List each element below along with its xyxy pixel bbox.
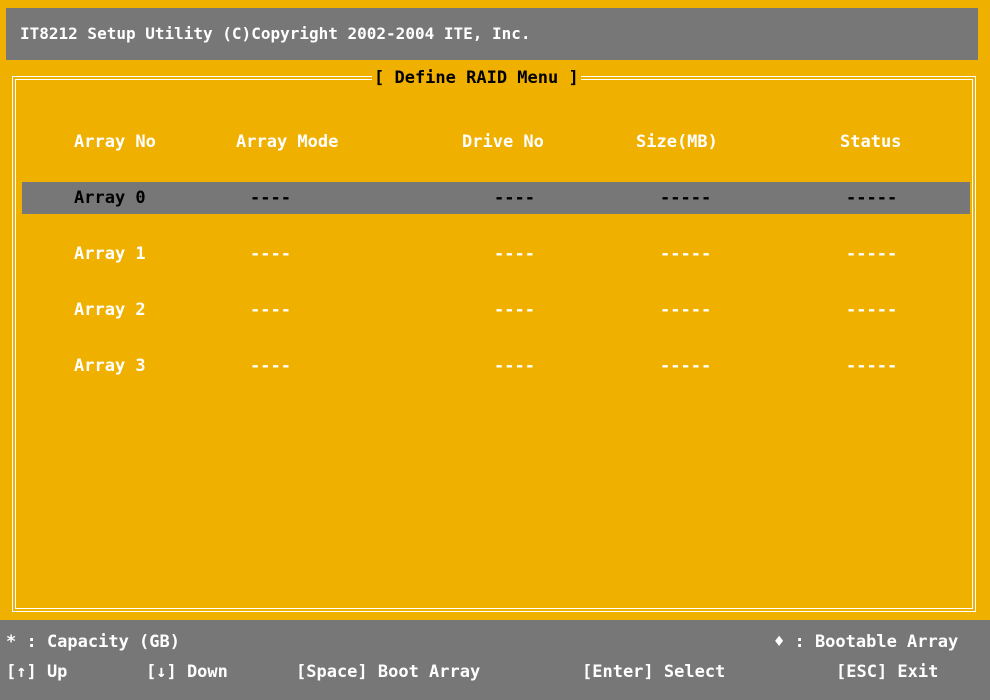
menu-title: [ Define RAID Menu ] [372, 66, 581, 90]
table-row-array-3[interactable]: Array 3 ---- ---- ----- ----- [0, 350, 990, 382]
array-mode: ---- [250, 244, 291, 264]
status: ----- [846, 356, 898, 376]
size: ----- [660, 356, 712, 376]
array-mode: ---- [250, 188, 291, 208]
status: ----- [846, 244, 898, 264]
table-header: Array No Array Mode Drive No Size(MB) St… [0, 132, 990, 156]
bootable-legend: ♦ : Bootable Array [774, 632, 959, 652]
array-name: Array 1 [74, 244, 146, 264]
title-bar: IT8212 Setup Utility (C)Copyright 2002-2… [6, 8, 978, 60]
key-enter-hint: [Enter] Select [582, 662, 726, 682]
array-mode: ---- [250, 300, 291, 320]
array-name: Array 0 [74, 188, 146, 208]
drive-no: ---- [494, 356, 535, 376]
column-header-size: Size(MB) [636, 132, 718, 152]
table-row-array-2[interactable]: Array 2 ---- ---- ----- ----- [0, 294, 990, 326]
capacity-legend: * : Capacity (GB) [6, 632, 180, 652]
key-esc-hint: [ESC] Exit [836, 662, 939, 682]
array-mode: ---- [250, 356, 291, 376]
column-header-array-mode: Array Mode [236, 132, 339, 152]
key-space-hint: [Space] Boot Array [296, 662, 481, 682]
drive-no: ---- [494, 300, 535, 320]
key-up-hint: [↑] Up [6, 662, 68, 682]
drive-no: ---- [494, 244, 535, 264]
column-header-status: Status [840, 132, 902, 152]
table-row-array-0[interactable]: Array 0 ---- ---- ----- ----- [22, 182, 970, 214]
array-name: Array 2 [74, 300, 146, 320]
size: ----- [660, 244, 712, 264]
define-raid-frame: [ Define RAID Menu ] [12, 66, 976, 612]
key-down-hint: [↓] Down [146, 662, 228, 682]
bios-screen: IT8212 Setup Utility (C)Copyright 2002-2… [0, 0, 990, 700]
status: ----- [846, 300, 898, 320]
status: ----- [846, 188, 898, 208]
status-bar: * : Capacity (GB) ♦ : Bootable Array [↑]… [0, 620, 990, 700]
column-header-drive-no: Drive No [462, 132, 544, 152]
drive-no: ---- [494, 188, 535, 208]
size: ----- [660, 188, 712, 208]
size: ----- [660, 300, 712, 320]
table-row-array-1[interactable]: Array 1 ---- ---- ----- ----- [0, 238, 990, 270]
column-header-array-no: Array No [74, 132, 156, 152]
array-name: Array 3 [74, 356, 146, 376]
